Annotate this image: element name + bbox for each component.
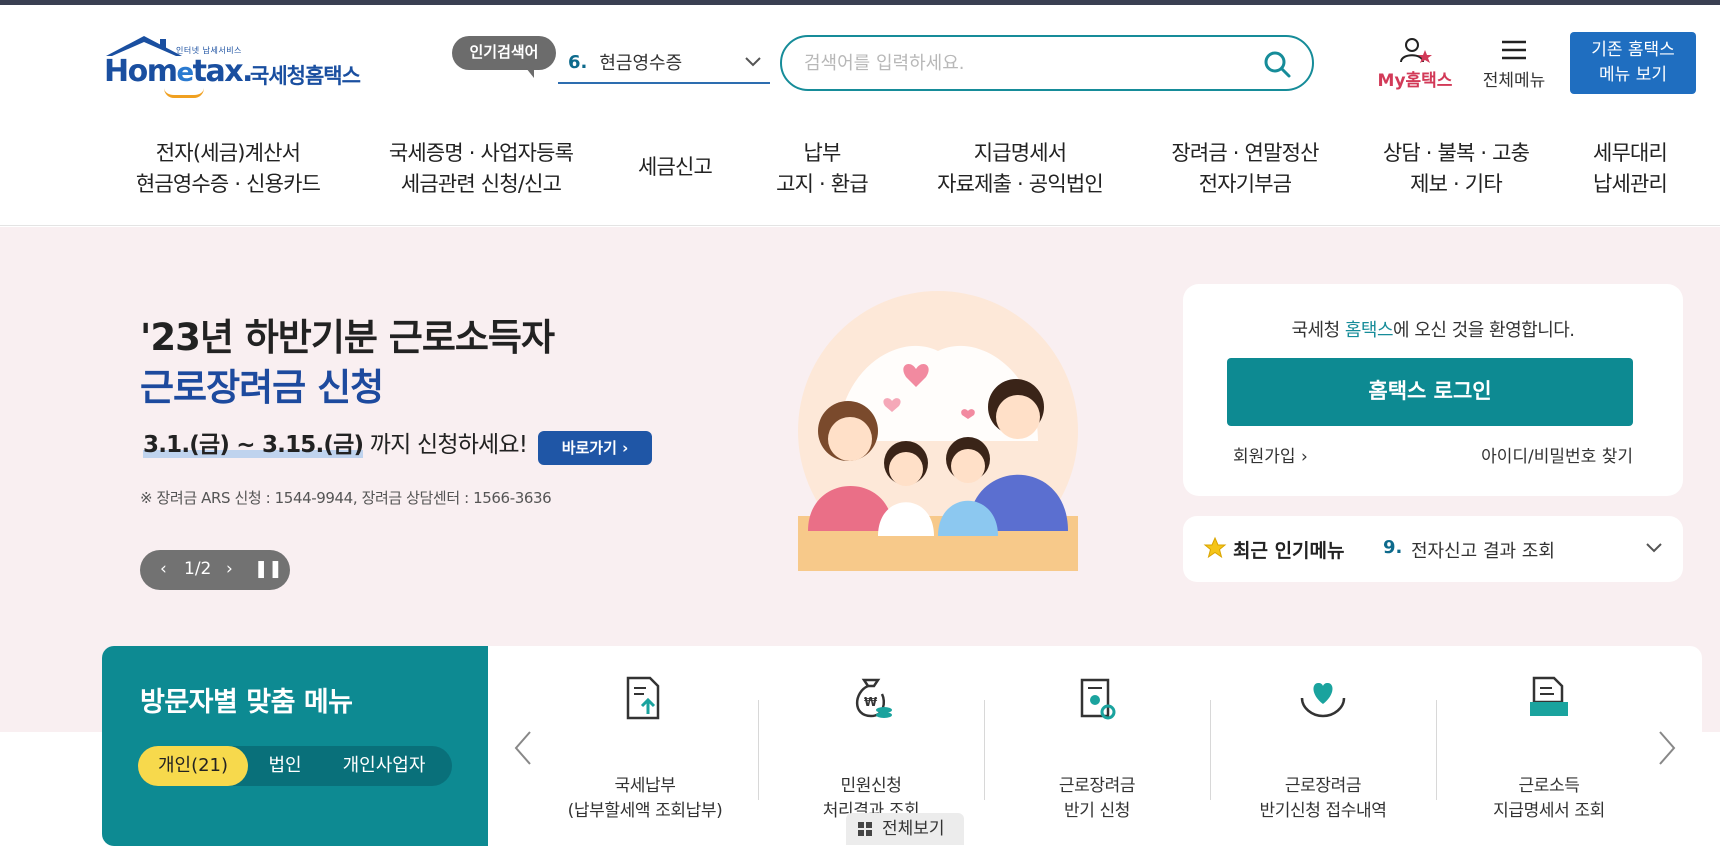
service-incentive-history[interactable]: 근로장려금 반기신청 접수내역 xyxy=(1210,674,1436,834)
slide-counter: 1/2 xyxy=(184,559,212,579)
tax-payment-icon xyxy=(626,676,660,720)
nav-item-certificates[interactable]: 국세증명 · 사업자등록 세금관련 신청/신고 xyxy=(376,138,586,200)
service-label: 근로장려금 반기 신청 xyxy=(1058,776,1136,821)
service-label: 국세납부 (납부할세액 조회납부) xyxy=(567,776,723,821)
recent-popular-rank: 9. xyxy=(1383,537,1403,558)
old-hometax-line1: 기존 홈택스 xyxy=(1591,40,1675,60)
certificate-icon xyxy=(1080,678,1116,720)
chevron-left-icon[interactable] xyxy=(512,730,534,766)
nav-item-e-invoice[interactable]: 전자(세금)계산서 현금영수증 · 신용카드 xyxy=(128,138,328,200)
nav-item-incentives[interactable]: 장려금 · 연말정산 전자기부금 xyxy=(1150,138,1340,200)
logo-smile xyxy=(164,88,204,98)
search-input[interactable] xyxy=(804,47,1244,79)
nav-item-statements[interactable]: 지급명세서 자료제출 · 공익법인 xyxy=(920,138,1120,200)
nav-item-consultation[interactable]: 상담 · 불복 · 고충 제보 · 기타 xyxy=(1366,138,1546,200)
popular-search-badge: 인기검색어 xyxy=(452,36,556,78)
top-bar xyxy=(0,0,1720,5)
star-icon xyxy=(1203,536,1227,559)
hero-go-button[interactable]: 바로가기 › xyxy=(538,431,652,465)
family-illustration xyxy=(798,291,1078,571)
view-all-button[interactable]: 전체보기 xyxy=(846,813,964,845)
my-hometax-button[interactable]: My홈택스 xyxy=(1370,36,1460,92)
hero-note: ※ 장려금 ARS 신청 : 1544-9944, 장려금 상담센터 : 156… xyxy=(140,489,552,507)
all-menu-button[interactable]: 전체메뉴 xyxy=(1474,36,1554,92)
login-card: 국세청 홈택스에 오신 것을 환영합니다. 홈택스 로그인 회원가입 › 아이디… xyxy=(1183,284,1683,496)
all-menu-label: 전체메뉴 xyxy=(1482,71,1546,91)
login-button[interactable]: 홈택스 로그인 xyxy=(1227,358,1633,426)
recent-popular-text: 전자신고 결과 조회 xyxy=(1411,541,1555,562)
visitor-menu-title: 방문자별 맞춤 메뉴 xyxy=(140,687,353,718)
svg-text:₩: ₩ xyxy=(864,695,878,709)
hero-title-line1: '23년 하반기분 근로소득자 xyxy=(140,316,555,359)
service-label: 근로소득 지급명세서 조회 xyxy=(1493,776,1605,821)
hamburger-menu-icon xyxy=(1502,40,1526,60)
heart-hands-icon xyxy=(1300,682,1346,718)
tab-sole-proprietor[interactable]: 개인사업자 xyxy=(322,746,446,786)
search-icon[interactable] xyxy=(1262,49,1292,79)
welcome-message: 국세청 홈택스에 오신 것을 환영합니다. xyxy=(1291,320,1575,341)
service-incentive-apply[interactable]: 근로장려금 반기 신청 xyxy=(984,674,1210,834)
main-navigation: 전자(세금)계산서 현금영수증 · 신용카드 국세증명 · 사업자등록 세금관련 신… xyxy=(0,132,1720,226)
pause-icon[interactable]: ❚❚ xyxy=(254,559,283,579)
service-civil-request[interactable]: ₩ 민원신청 처리결과 조회 xyxy=(758,674,984,834)
hero-date-text: 3.1.(금) ~ 3.15.(금) 까지 신청하세요! xyxy=(143,432,528,458)
logo-wordmark: Hometax. xyxy=(104,54,253,89)
popular-search-term: 현금영수증 xyxy=(599,53,683,74)
old-hometax-line2: 메뉴 보기 xyxy=(1599,65,1667,85)
hometax-logo[interactable]: 인터넷 납세서비스 Hometax. 국세청홈택스 xyxy=(104,34,374,98)
nav-item-tax-filing[interactable]: 세금신고 xyxy=(630,152,720,183)
chevron-down-icon xyxy=(1646,543,1662,553)
recent-popular-title: 최근 인기메뉴 xyxy=(1233,540,1345,562)
chevron-down-icon xyxy=(745,57,761,67)
hero-pager: ‹ 1/2 › ❚❚ xyxy=(140,550,290,590)
service-label: 근로장려금 반기신청 접수내역 xyxy=(1259,776,1387,821)
grid-icon xyxy=(858,822,872,836)
find-id-password-link[interactable]: 아이디/비밀번호 찾기 xyxy=(1481,442,1633,467)
service-tax-payment[interactable]: 국세납부 (납부할세액 조회납부) xyxy=(532,674,758,834)
nav-item-payment[interactable]: 납부 고지 · 환급 xyxy=(762,138,882,200)
document-icon xyxy=(1530,676,1568,716)
join-link[interactable]: 회원가입 › xyxy=(1233,442,1308,467)
visitor-menu-panel: 방문자별 맞춤 메뉴 개인(21) 법인 개인사업자 xyxy=(102,646,488,846)
money-bag-icon: ₩ xyxy=(855,678,892,718)
tab-individual[interactable]: 개인(21) xyxy=(138,746,248,786)
view-all-label: 전체보기 xyxy=(882,819,945,839)
popular-search-select[interactable]: 6. 현금영수증 xyxy=(558,42,770,84)
user-icon xyxy=(1400,38,1432,63)
search-box xyxy=(780,35,1314,91)
visitor-tabs: 개인(21) 법인 개인사업자 xyxy=(138,746,452,786)
logo-korean-name: 국세청홈택스 xyxy=(250,64,361,88)
prev-slide-icon[interactable]: ‹ xyxy=(160,559,167,579)
recent-popular-menu[interactable]: 최근 인기메뉴 9. 전자신고 결과 조회 xyxy=(1183,516,1683,582)
tab-corporation[interactable]: 법인 xyxy=(252,746,318,786)
popular-search-rank: 6. xyxy=(568,51,588,73)
nav-item-tax-agent[interactable]: 세무대리 납세관리 xyxy=(1580,138,1680,200)
my-hometax-label: My홈택스 xyxy=(1377,71,1453,91)
old-hometax-menu-button[interactable]: 기존 홈택스 메뉴 보기 xyxy=(1570,32,1696,94)
service-earned-income[interactable]: 근로소득 지급명세서 조회 xyxy=(1436,674,1662,834)
hero-title-line2: 근로장려금 신청 xyxy=(140,366,384,409)
next-slide-icon[interactable]: › xyxy=(226,559,233,579)
